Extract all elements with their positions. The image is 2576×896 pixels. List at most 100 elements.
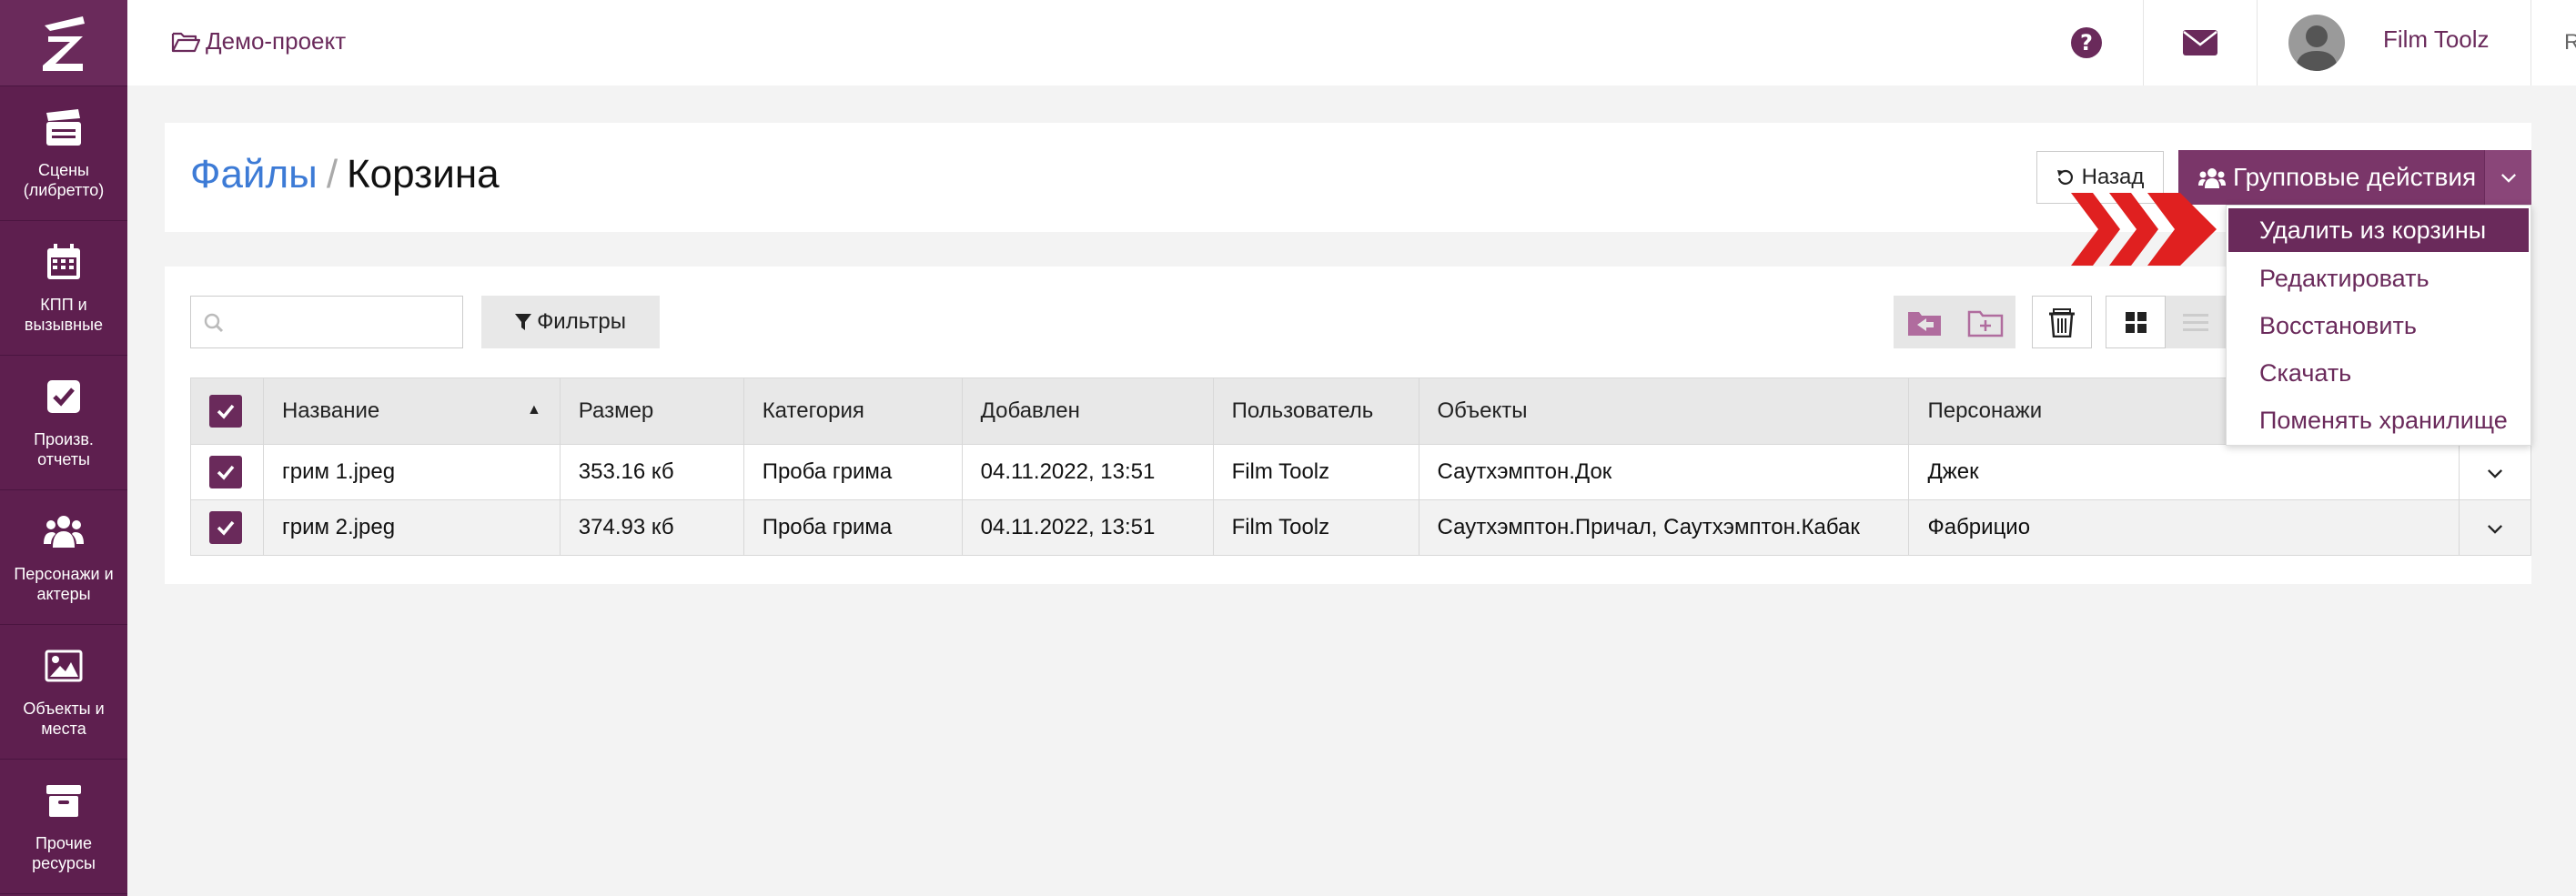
page-title: Корзина — [347, 152, 500, 196]
group-actions-button[interactable]: Групповые действия — [2178, 150, 2484, 205]
delete-button[interactable] — [2032, 296, 2092, 348]
menu-item-restore[interactable]: Восстановить — [2227, 302, 2531, 349]
svg-text:?: ? — [2080, 30, 2093, 55]
sidebar-item-characters[interactable]: Персонажи и актеры — [0, 490, 127, 625]
new-folder-button[interactable] — [1955, 296, 2015, 348]
folder-plus-icon — [1967, 310, 2004, 337]
table-row[interactable]: грим 2.jpeg 374.93 кб Проба грима 04.11.… — [190, 499, 2532, 556]
sidebar-item-label: Произв. отчеты — [34, 429, 94, 468]
calendar-icon — [47, 243, 80, 279]
column-header-label: Персонажи — [1927, 398, 2043, 423]
sidebar-item-schedule[interactable]: КПП и вызывные — [0, 221, 127, 356]
column-header-user[interactable]: Пользователь — [1212, 378, 1419, 445]
list-view-button[interactable] — [2166, 296, 2226, 348]
column-header-label: Категория — [762, 398, 864, 423]
column-header-size[interactable]: Размер — [559, 378, 744, 445]
chevron-arrows-icon — [2071, 193, 2217, 266]
row-expand-button[interactable] — [2458, 499, 2532, 556]
logo-icon — [43, 16, 85, 71]
archive-icon — [46, 784, 81, 817]
group-actions-toggle[interactable] — [2484, 150, 2531, 205]
column-header-label: Добавлен — [980, 398, 1080, 423]
select-all-cell[interactable] — [190, 378, 264, 445]
users-icon — [2198, 168, 2226, 188]
cell-size: 353.16 кб — [559, 444, 744, 500]
avatar — [2288, 15, 2345, 71]
sidebar: Сцены (либретто) КПП и вызывные Произв. … — [0, 0, 127, 896]
group-actions-menu: Удалить из корзины Редактировать Восстан… — [2226, 205, 2531, 446]
sidebar-item-resources[interactable]: Прочие ресурсы — [0, 760, 127, 894]
chevron-down-icon — [2487, 469, 2502, 478]
row-select-cell[interactable] — [190, 499, 264, 556]
cell-category: Проба грима — [742, 499, 963, 556]
sidebar-item-label: Персонажи и актеры — [14, 564, 114, 603]
column-header-label: Пользователь — [1231, 398, 1374, 423]
column-header-added[interactable]: Добавлен — [961, 378, 1214, 445]
messages-button[interactable] — [2143, 0, 2258, 86]
move-to-folder-button[interactable] — [1894, 296, 1955, 348]
cell-name[interactable]: грим 1.jpeg — [262, 444, 561, 500]
project-name: Демо-проект — [206, 27, 347, 55]
filter-icon — [515, 314, 532, 330]
breadcrumb: Файлы / Корзина — [190, 152, 500, 197]
username: Film Toolz — [2383, 25, 2490, 53]
envelope-icon — [2183, 30, 2217, 55]
app-logo[interactable] — [0, 0, 127, 86]
grid-view-button[interactable] — [2106, 296, 2166, 348]
cell-category: Проба грима — [742, 444, 963, 500]
user-silhouette-icon — [2296, 25, 2338, 71]
project-link[interactable]: Демо-проект — [171, 27, 346, 55]
checkbox-icon — [47, 379, 80, 413]
group-actions-label: Групповые действия — [2233, 163, 2477, 191]
search-icon — [204, 313, 224, 333]
row-select-cell[interactable] — [190, 444, 264, 500]
row-checkbox[interactable] — [209, 510, 242, 544]
menu-item-change-storage[interactable]: Поменять хранилище — [2227, 397, 2531, 444]
cell-characters: Фабрицио — [1908, 499, 2460, 556]
language-switcher[interactable]: RU — [2531, 0, 2576, 86]
sidebar-item-label: КПП и вызывные — [24, 295, 104, 334]
breadcrumb-files-link[interactable]: Файлы — [190, 152, 318, 196]
trash-icon — [2049, 308, 2075, 337]
files-panel: Фильтры Название ▲ Размер Категория Доба… — [165, 267, 2532, 584]
menu-item-delete-from-trash[interactable]: Удалить из корзины — [2228, 208, 2529, 252]
table-row[interactable]: грим 1.jpeg 353.16 кб Проба грима 04.11.… — [190, 444, 2532, 500]
folder-open-icon — [171, 32, 200, 52]
image-icon — [45, 649, 83, 681]
menu-item-download[interactable]: Скачать — [2227, 349, 2531, 397]
cell-added: 04.11.2022, 13:51 — [961, 499, 1214, 556]
column-header-label: Объекты — [1437, 398, 1528, 423]
sidebar-item-label: Прочие ресурсы — [32, 833, 96, 872]
users-icon — [44, 515, 84, 548]
sidebar-item-reports[interactable]: Произв. отчеты — [0, 356, 127, 490]
cell-user: Film Toolz — [1212, 499, 1419, 556]
help-button[interactable]: ? — [2030, 0, 2143, 86]
files-table: Название ▲ Размер Категория Добавлен Поль… — [190, 378, 2532, 556]
menu-item-edit[interactable]: Редактировать — [2227, 255, 2531, 302]
user-menu[interactable]: Film Toolz — [2256, 0, 2576, 86]
sidebar-item-label: Сцены (либретто) — [23, 160, 105, 199]
sidebar-item-locations[interactable]: Объекты и места — [0, 625, 127, 760]
checkmark-icon — [217, 520, 235, 536]
question-circle-icon: ? — [2071, 27, 2102, 58]
column-header-label: Размер — [578, 398, 654, 423]
checkmark-icon — [217, 404, 235, 419]
row-checkbox[interactable] — [209, 455, 242, 488]
clapperboard-icon — [46, 108, 81, 146]
column-header-name[interactable]: Название ▲ — [262, 378, 561, 445]
back-label: Назад — [2081, 165, 2145, 189]
column-header-category[interactable]: Категория — [742, 378, 963, 445]
select-all-checkbox[interactable] — [209, 394, 242, 428]
column-header-objects[interactable]: Объекты — [1418, 378, 1910, 445]
table-header-row: Название ▲ Размер Категория Добавлен Поль… — [190, 378, 2532, 445]
breadcrumb-separator: / — [326, 152, 338, 196]
cell-name[interactable]: грим 2.jpeg — [262, 499, 561, 556]
column-header-label: Название — [281, 398, 380, 423]
filters-button[interactable]: Фильтры — [481, 296, 660, 348]
row-expand-button[interactable] — [2458, 444, 2532, 500]
sidebar-item-label: Объекты и места — [23, 699, 105, 738]
filters-label: Фильтры — [537, 309, 626, 334]
sidebar-item-scenes[interactable]: Сцены (либретто) — [0, 86, 127, 221]
cell-size: 374.93 кб — [559, 499, 744, 556]
search-input[interactable] — [190, 296, 463, 348]
